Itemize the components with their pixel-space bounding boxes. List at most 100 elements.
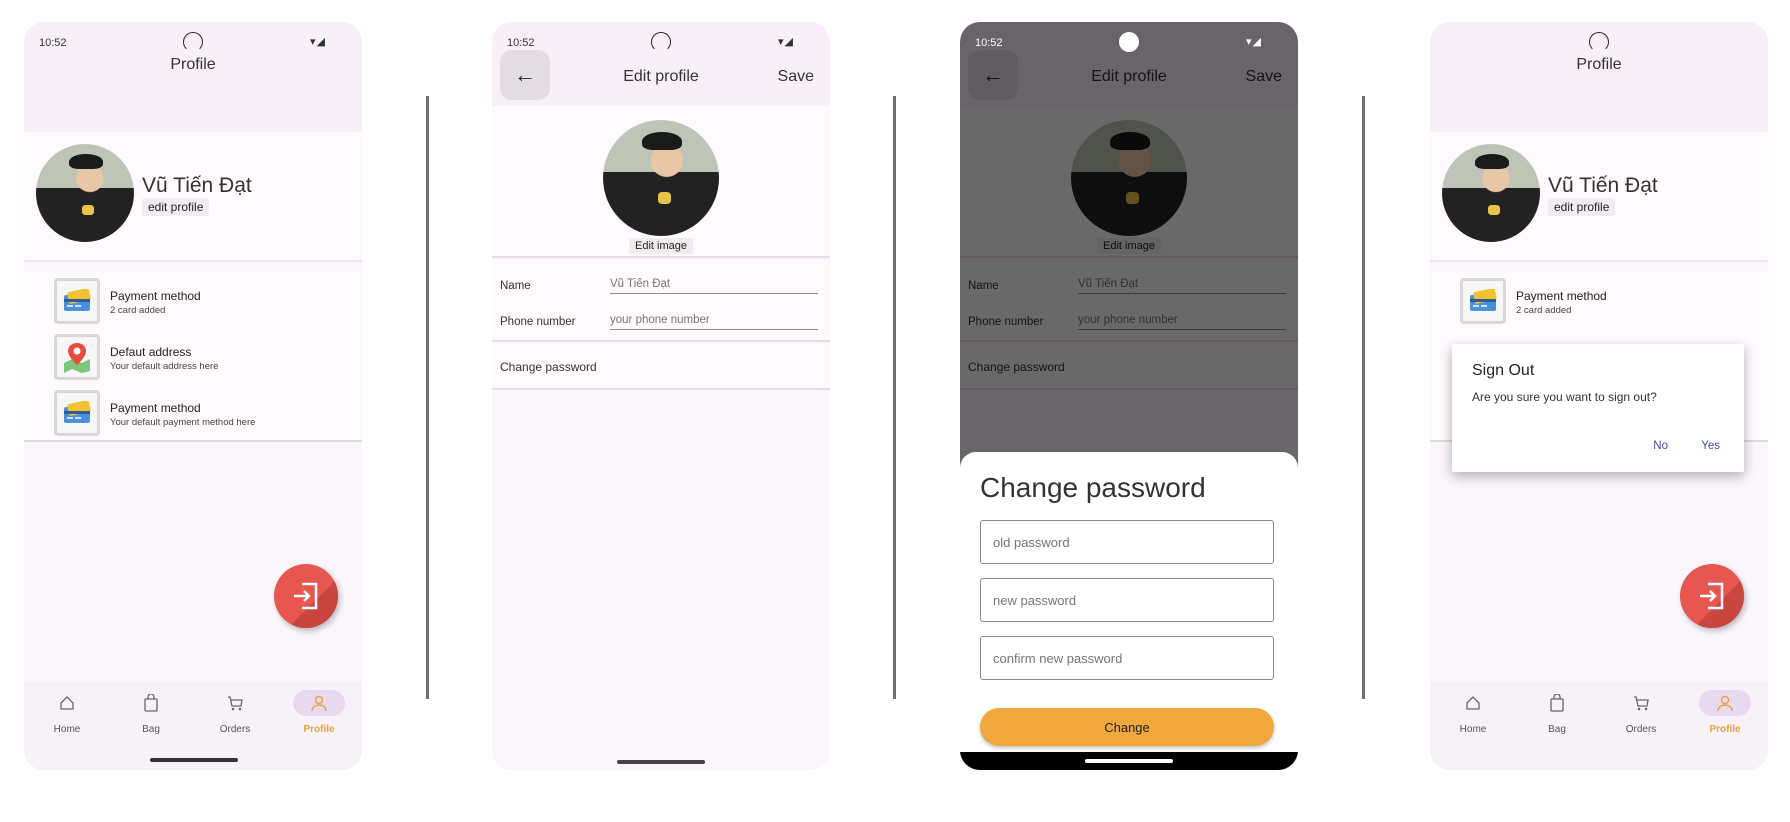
menu-item-title: Payment method: [110, 289, 201, 303]
edit-profile-button[interactable]: edit profile: [142, 198, 210, 216]
avatar: [36, 144, 134, 242]
dialog-title: Sign Out: [1472, 362, 1535, 379]
old-password-field[interactable]: [980, 520, 1274, 564]
name-label: Name: [500, 280, 531, 292]
edit-profile-button[interactable]: edit profile: [1548, 198, 1616, 216]
edit-profile-screen: 10:52 ▾◢ ← Edit profile Save Edit image …: [492, 22, 830, 770]
confirm-password-field[interactable]: [980, 636, 1274, 680]
status-time: 10:52: [975, 37, 1003, 49]
camera-cutout: [183, 32, 203, 52]
camera-cutout: [651, 32, 671, 52]
home-icon: [1447, 690, 1499, 716]
menu-item-default-address[interactable]: Defaut address Your default address here: [24, 328, 362, 386]
map-pin-icon: [54, 334, 100, 380]
nav-label: Bag: [142, 724, 160, 735]
credit-card-icon: [1460, 278, 1506, 324]
bag-icon: [1531, 690, 1583, 716]
menu-item-default-payment[interactable]: Payment method Your default payment meth…: [24, 384, 362, 442]
person-icon: [1699, 690, 1751, 716]
sign-out-screen: Profile Vũ Tiến Đạt edit profile Payment…: [1430, 22, 1768, 770]
menu-item-payment-method[interactable]: Payment method 2 card added: [24, 272, 362, 330]
logout-icon: [294, 582, 318, 610]
person-icon: [293, 690, 345, 716]
camera-cutout: [1589, 32, 1609, 52]
dialog-message: Are you sure you want to sign out?: [1472, 390, 1657, 404]
yes-button[interactable]: Yes: [1701, 440, 1720, 452]
logout-icon: [1700, 582, 1724, 610]
nav-bag[interactable]: Bag: [1527, 690, 1587, 735]
menu-item-title: Defaut address: [110, 345, 192, 359]
change-password-row[interactable]: Change password: [492, 344, 830, 390]
menu-item-title: Payment method: [110, 401, 201, 415]
nav-home[interactable]: Home: [37, 690, 97, 735]
home-indicator: [617, 760, 705, 764]
bottom-navigation: Home Bag Orders Profile: [1430, 682, 1768, 770]
save-button[interactable]: Save: [778, 68, 814, 86]
bag-icon: [125, 690, 177, 716]
divider: [1362, 96, 1365, 699]
edit-image: Edit image: [492, 238, 830, 254]
orders-icon: [209, 690, 261, 716]
status-time: 10:52: [39, 37, 67, 49]
sheet-title: Change password: [980, 472, 1206, 503]
home-indicator: [150, 758, 238, 762]
app-screens: 10:52 ▾◢ Profile Vũ Tiến Đạt edit profil…: [0, 0, 1790, 822]
change-password-label: Change password: [500, 360, 597, 374]
change-button[interactable]: Change: [980, 708, 1274, 746]
nav-label: Profile: [303, 724, 335, 735]
nav-label: Home: [1459, 724, 1487, 735]
bottom-navigation: Home Bag Orders Profile: [24, 682, 362, 770]
menu-item-subtitle: 2 card added: [110, 305, 166, 316]
signal-icon: ▾◢: [1246, 36, 1262, 48]
new-password-field[interactable]: [980, 578, 1274, 622]
nav-label: Orders: [219, 724, 251, 735]
phone-field[interactable]: [610, 312, 818, 330]
status-bar: [1430, 22, 1768, 58]
nav-orders[interactable]: Orders: [1611, 690, 1671, 735]
sign-out-dialog: Sign Out Are you sure you want to sign o…: [1452, 344, 1744, 472]
menu-item-title: Payment method: [1516, 289, 1607, 303]
divider: [893, 96, 896, 699]
change-password-sheet: Change password Change: [960, 452, 1298, 752]
menu-item-payment-method[interactable]: Payment method 2 card added: [1430, 272, 1768, 330]
signal-icon: ▾◢: [778, 36, 794, 48]
menu-item-subtitle: Your default address here: [110, 361, 219, 372]
credit-card-icon: [54, 278, 100, 324]
no-button[interactable]: No: [1653, 440, 1668, 452]
name-field[interactable]: [610, 276, 818, 294]
phone-label: Phone number: [500, 316, 576, 328]
credit-card-icon: [54, 390, 100, 436]
page-title: Profile: [170, 56, 216, 73]
avatar: [1442, 144, 1540, 242]
menu-item-subtitle: 2 card added: [1516, 305, 1572, 316]
home-icon: [41, 690, 93, 716]
nav-label: Profile: [1709, 724, 1741, 735]
nav-orders[interactable]: Orders: [205, 690, 265, 735]
nav-bag[interactable]: Bag: [121, 690, 181, 735]
menu-item-subtitle: Your default payment method here: [110, 417, 256, 428]
status-time: 10:52: [507, 37, 535, 49]
nav-profile[interactable]: Profile: [1695, 690, 1755, 735]
camera-cutout: [1119, 32, 1139, 52]
avatar[interactable]: [603, 120, 719, 236]
nav-profile[interactable]: Profile: [289, 690, 349, 735]
nav-label: Home: [53, 724, 81, 735]
nav-home[interactable]: Home: [1443, 690, 1503, 735]
page-title: Profile: [1576, 56, 1622, 73]
user-name: Vũ Tiến Đạt: [1548, 174, 1658, 197]
status-bar: 10:52 ▾◢: [24, 22, 362, 58]
nav-label: Bag: [1548, 724, 1566, 735]
divider: [426, 96, 429, 699]
profile-fields: Name Phone number: [492, 260, 830, 342]
profile-screen: 10:52 ▾◢ Profile Vũ Tiến Đạt edit profil…: [24, 22, 362, 770]
status-bar: 10:52 ▾◢: [960, 22, 1298, 58]
orders-icon: [1615, 690, 1667, 716]
signal-icon: ▾◢: [310, 36, 326, 48]
user-name: Vũ Tiến Đạt: [142, 174, 252, 197]
sign-out-fab[interactable]: [274, 564, 338, 628]
nav-label: Orders: [1625, 724, 1657, 735]
home-indicator: [960, 752, 1298, 770]
edit-image-button[interactable]: Edit image: [629, 238, 693, 254]
sign-out-fab[interactable]: [1680, 564, 1744, 628]
change-password-screen: ← Edit profile Save Edit image Name Phon…: [960, 22, 1298, 770]
